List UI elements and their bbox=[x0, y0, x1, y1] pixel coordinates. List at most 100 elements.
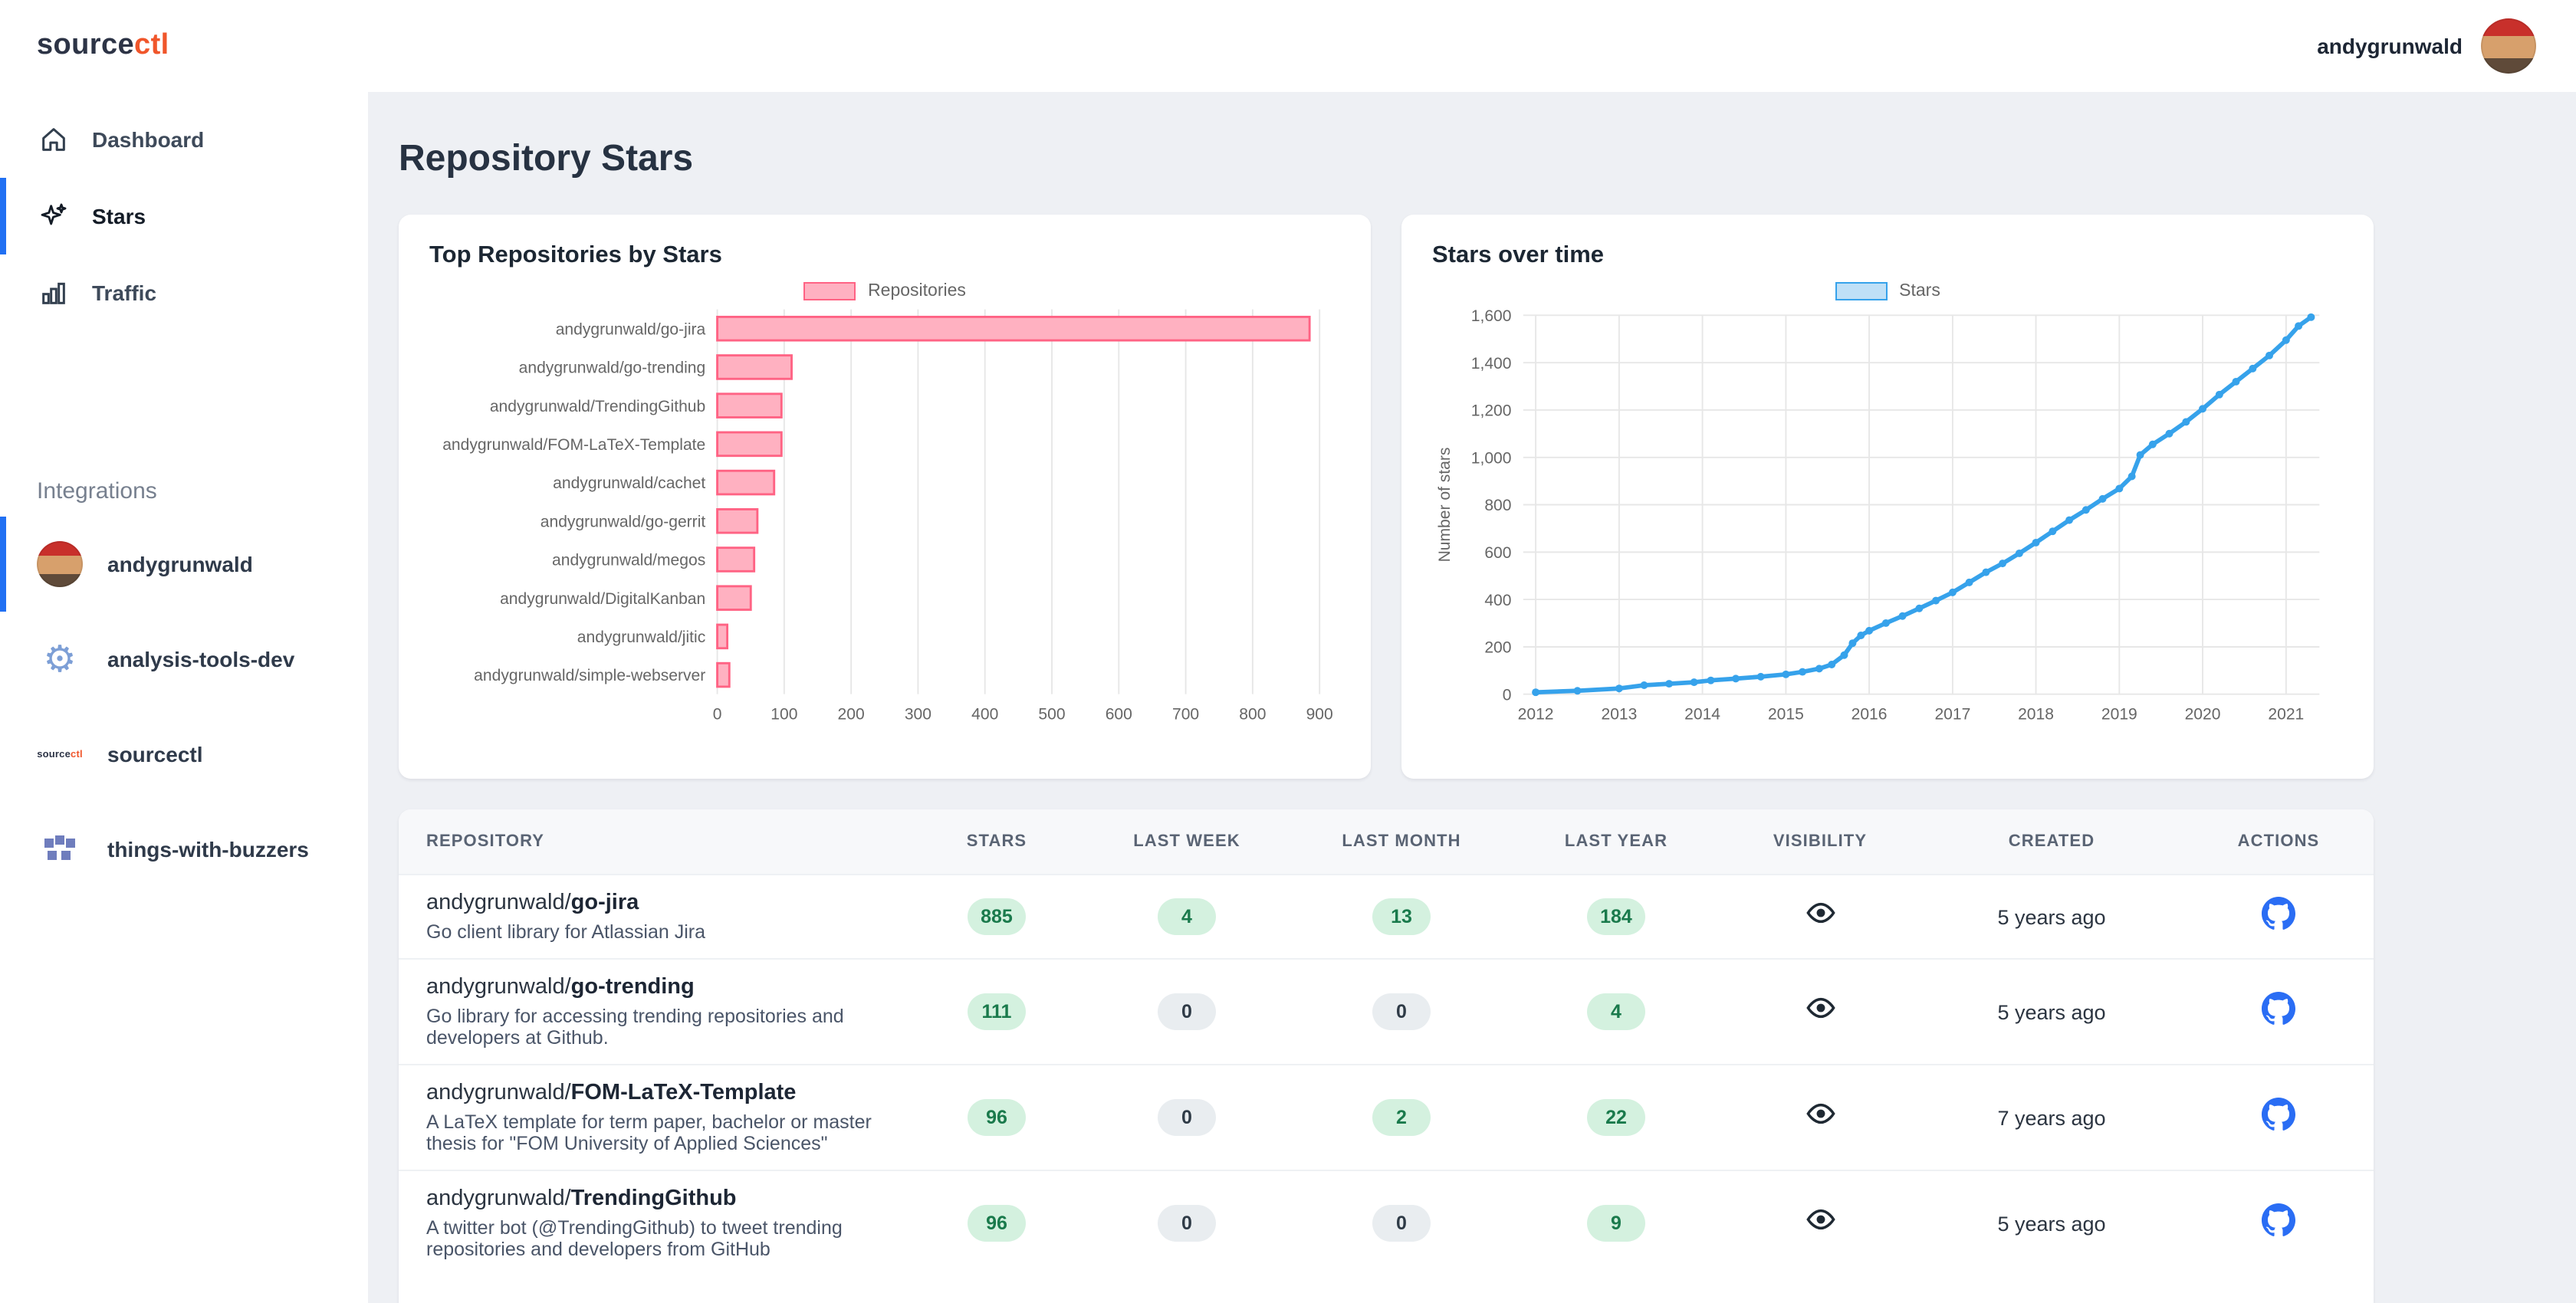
table-header-row: RepositoryStarsLast weekLast monthLast y… bbox=[399, 809, 2374, 875]
integration-analysis-tools-dev[interactable]: ⚙ analysis-tools-dev bbox=[0, 612, 368, 707]
sidebar-item-traffic[interactable]: Traffic bbox=[0, 254, 368, 331]
actions-cell bbox=[2183, 875, 2374, 959]
stat-badge: 885 bbox=[967, 898, 1027, 935]
stat-badge: 4 bbox=[1587, 993, 1645, 1030]
svg-text:800: 800 bbox=[1484, 497, 1511, 514]
sidebar-nav: Dashboard Stars Traffic bbox=[0, 101, 368, 331]
stat-badge: 0 bbox=[1158, 1099, 1216, 1136]
line-chart[interactable]: 02004006008001,0001,2001,4001,6002012201… bbox=[1432, 304, 2343, 733]
last-month-cell: 0 bbox=[1291, 1170, 1512, 1275]
last-year-cell: 22 bbox=[1512, 1065, 1720, 1170]
svg-text:andygrunwald/jitic: andygrunwald/jitic bbox=[577, 629, 705, 646]
repo-link[interactable]: andygrunwald/TrendingGithub bbox=[426, 1186, 886, 1211]
legend-swatch-stars bbox=[1835, 282, 1887, 300]
table-row: andygrunwald/TrendingGithub A twitter bot… bbox=[399, 1170, 2374, 1275]
last-month-cell: 2 bbox=[1291, 1065, 1512, 1170]
repo-description: A twitter bot (@TrendingGithub) to tweet… bbox=[426, 1217, 886, 1260]
created-cell: 7 years ago bbox=[1920, 1065, 2183, 1170]
stat-badge: 0 bbox=[1372, 993, 1431, 1030]
stat-badge: 0 bbox=[1372, 1205, 1431, 1242]
page-title: Repository Stars bbox=[399, 138, 2576, 181]
svg-text:500: 500 bbox=[1038, 705, 1065, 723]
legend-swatch-repositories bbox=[803, 282, 856, 300]
svg-text:andygrunwald/megos: andygrunwald/megos bbox=[552, 552, 705, 569]
integration-label: things-with-buzzers bbox=[107, 837, 309, 862]
svg-text:700: 700 bbox=[1172, 705, 1199, 723]
app-window: sourcectl Dashboard Stars bbox=[0, 0, 2576, 1303]
visibility-cell bbox=[1720, 959, 1920, 1065]
github-icon[interactable] bbox=[2262, 1203, 2295, 1236]
current-user-name[interactable]: andygrunwald bbox=[2317, 34, 2463, 58]
repo-link[interactable]: andygrunwald/go-trending bbox=[426, 975, 886, 999]
eye-icon[interactable] bbox=[1804, 1208, 1836, 1231]
github-icon[interactable] bbox=[2262, 991, 2295, 1025]
column-header-year: Last year bbox=[1512, 809, 1720, 875]
stat-badge: 96 bbox=[968, 1099, 1026, 1136]
line-chart-title: Stars over time bbox=[1432, 242, 2343, 270]
svg-text:andygrunwald/go-jira: andygrunwald/go-jira bbox=[556, 320, 706, 338]
main-content: Repository Stars Top Repositories by Sta… bbox=[368, 92, 2576, 1303]
svg-text:1,200: 1,200 bbox=[1471, 402, 1512, 420]
svg-text:300: 300 bbox=[905, 705, 932, 723]
sidebar-item-dashboard[interactable]: Dashboard bbox=[0, 101, 368, 178]
repo-link[interactable]: andygrunwald/go-jira bbox=[426, 891, 886, 915]
table-row: andygrunwald/FOM-LaTeX-TemplateA LaTeX t… bbox=[399, 1065, 2374, 1170]
svg-text:andygrunwald/FOM-LaTeX-Templat: andygrunwald/FOM-LaTeX-Template bbox=[442, 436, 705, 454]
stat-badge: 9 bbox=[1587, 1205, 1645, 1242]
column-header-repo: Repository bbox=[399, 809, 911, 875]
stars-cell: 111 bbox=[911, 959, 1083, 1065]
user-avatar[interactable] bbox=[2481, 18, 2536, 74]
stat-badge: 0 bbox=[1158, 1205, 1216, 1242]
svg-text:2020: 2020 bbox=[2185, 705, 2221, 723]
svg-text:2018: 2018 bbox=[2018, 705, 2054, 723]
svg-text:2021: 2021 bbox=[2268, 705, 2304, 723]
eye-icon[interactable] bbox=[1804, 1102, 1836, 1125]
svg-text:200: 200 bbox=[838, 705, 865, 723]
stars-cell: 96 bbox=[911, 1170, 1083, 1275]
visibility-cell bbox=[1720, 1170, 1920, 1275]
last-year-cell: 184 bbox=[1512, 875, 1720, 959]
repo-link[interactable]: andygrunwald/FOM-LaTeX-Template bbox=[426, 1081, 886, 1105]
last-year-cell: 9 bbox=[1512, 1170, 1720, 1275]
column-header-month: Last month bbox=[1291, 809, 1512, 875]
stars-cell: 96 bbox=[911, 1065, 1083, 1170]
line-chart-legend[interactable]: Stars bbox=[1432, 282, 2343, 300]
github-icon[interactable] bbox=[2262, 1097, 2295, 1131]
bar-chart[interactable]: 0100200300400500600700800900andygrunwald… bbox=[429, 304, 1340, 733]
eye-icon[interactable] bbox=[1804, 901, 1836, 924]
integrations-heading: Integrations bbox=[0, 478, 368, 504]
svg-text:andygrunwald/go-trending: andygrunwald/go-trending bbox=[519, 359, 706, 377]
eye-icon[interactable] bbox=[1804, 996, 1836, 1019]
repository-table: RepositoryStarsLast weekLast monthLast y… bbox=[399, 809, 2374, 1275]
integration-sourcectl[interactable]: sourcectl sourcectl bbox=[0, 707, 368, 802]
stat-badge: 4 bbox=[1158, 898, 1216, 935]
legend-label: Repositories bbox=[868, 282, 966, 300]
sidebar-item-label: Traffic bbox=[92, 281, 156, 305]
integration-andygrunwald[interactable]: andygrunwald bbox=[0, 517, 368, 612]
column-header-actions: Actions bbox=[2183, 809, 2374, 875]
sidebar-item-stars[interactable]: Stars bbox=[0, 178, 368, 254]
actions-cell bbox=[2183, 959, 2374, 1065]
svg-text:1,600: 1,600 bbox=[1471, 307, 1512, 325]
svg-text:Number of stars: Number of stars bbox=[1436, 448, 1454, 563]
repository-table-card: RepositoryStarsLast weekLast monthLast y… bbox=[399, 809, 2374, 1303]
integration-label: andygrunwald bbox=[107, 552, 253, 576]
integration-things-with-buzzers[interactable]: things-with-buzzers bbox=[0, 802, 368, 897]
visibility-cell bbox=[1720, 875, 1920, 959]
table-row: andygrunwald/go-trendingGo library for a… bbox=[399, 959, 2374, 1065]
top-bar: andygrunwald bbox=[368, 0, 2576, 92]
stat-badge: 111 bbox=[968, 993, 1026, 1030]
bar-chart-legend[interactable]: Repositories bbox=[429, 282, 1340, 300]
repo-description: Go client library for Atlassian Jira bbox=[426, 921, 886, 943]
github-icon[interactable] bbox=[2262, 896, 2295, 930]
svg-text:900: 900 bbox=[1306, 705, 1333, 723]
repo-table-body: andygrunwald/go-jira Go client library fo… bbox=[399, 875, 2374, 1275]
stat-badge: 0 bbox=[1158, 993, 1216, 1030]
visibility-cell bbox=[1720, 1065, 1920, 1170]
svg-text:0: 0 bbox=[1503, 686, 1512, 704]
svg-text:400: 400 bbox=[1484, 592, 1511, 609]
svg-text:2013: 2013 bbox=[1601, 705, 1637, 723]
svg-text:andygrunwald/TrendingGithub: andygrunwald/TrendingGithub bbox=[490, 398, 705, 415]
sourcectl-logo[interactable]: sourcectl bbox=[0, 0, 368, 92]
actions-cell bbox=[2183, 1065, 2374, 1170]
